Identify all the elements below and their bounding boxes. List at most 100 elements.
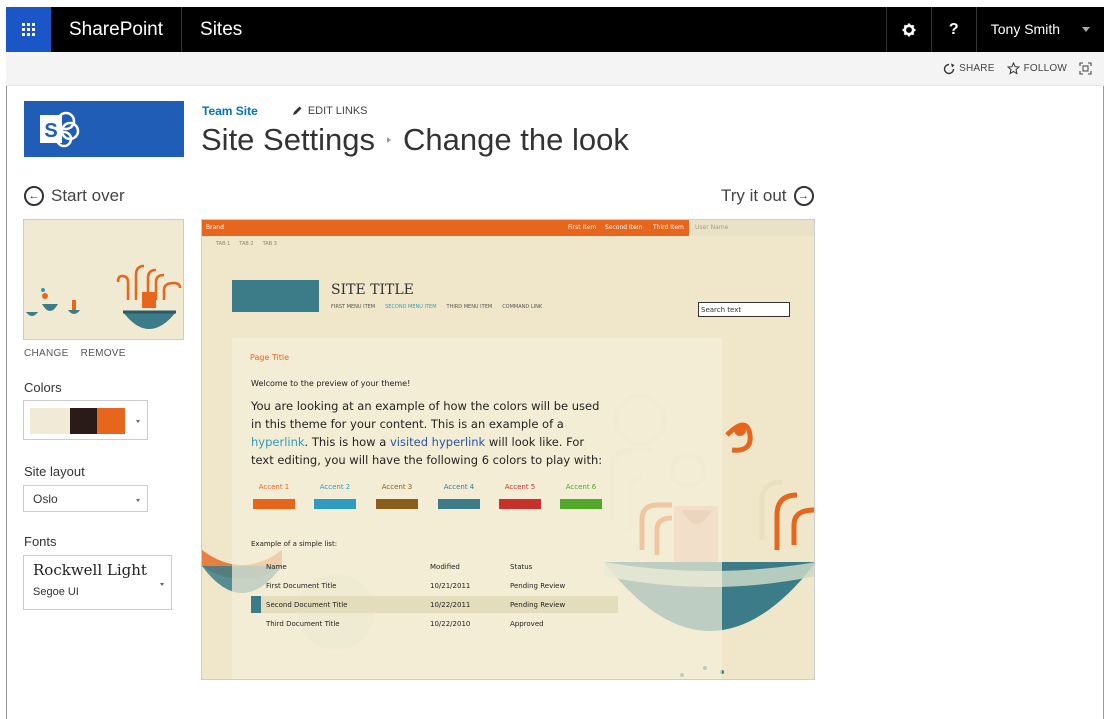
user-name: Tony Smith	[990, 21, 1060, 37]
breadcrumb: Team Site EDIT LINKS	[202, 104, 368, 118]
preview-nav-item: Second Item	[605, 224, 643, 231]
user-menu[interactable]: Tony Smith	[975, 7, 1104, 52]
star-icon	[1006, 62, 1020, 75]
follow-label: FOLLOW	[1023, 63, 1067, 74]
preview-hyperlink: hyperlink	[251, 435, 305, 449]
accent-swatch	[438, 499, 480, 509]
chevron-down-icon	[1082, 27, 1090, 32]
preview-tab: TAB 1	[216, 241, 231, 247]
sharepoint-brand-link[interactable]: SharePoint	[51, 7, 181, 52]
team-site-link[interactable]: Team Site	[202, 104, 258, 118]
preview-list-cell: Pending Review	[510, 582, 566, 590]
sites-link[interactable]: Sites	[182, 7, 260, 52]
preview-list-cell: Third Document Title	[266, 620, 340, 628]
try-it-out-button[interactable]: Try it out →	[721, 186, 814, 206]
site-logo[interactable]: S	[24, 101, 184, 157]
preview-content-area	[232, 338, 722, 679]
theme-preview: Brand First Item Second Item Third Item …	[201, 219, 815, 680]
colors-label: Colors	[24, 380, 62, 395]
colors-dropdown[interactable]	[23, 400, 148, 440]
preview-list-header: Modified	[430, 563, 460, 571]
preview-nav-item: First Item	[568, 224, 597, 231]
preview-brand: Brand	[206, 224, 224, 231]
accent-swatch	[560, 499, 602, 509]
svg-text:S: S	[44, 120, 57, 142]
fonts-dropdown[interactable]: Rockwell Light Segoe UI	[23, 555, 172, 610]
page-border-left	[6, 86, 7, 719]
waffle-icon	[22, 23, 35, 36]
site-layout-dropdown[interactable]: Oslo	[23, 485, 148, 512]
preview-tab: TAB 3	[262, 241, 277, 247]
focus-icon	[1079, 62, 1092, 75]
fonts-label: Fonts	[24, 534, 57, 549]
accent-swatch	[376, 499, 418, 509]
preview-row-marker	[251, 596, 261, 613]
preview-search-box: Search text	[698, 302, 790, 317]
preview-welcome-text: Welcome to the preview of your theme!	[251, 379, 411, 388]
preview-site-title: SITE TITLE	[331, 282, 414, 298]
color-swatch-1	[30, 408, 70, 434]
arrow-left-circle-icon: ←	[24, 186, 44, 206]
preview-list-cell: Approved	[510, 620, 544, 628]
preview-list-header: Status	[510, 563, 533, 571]
page-action-bar: SHARE FOLLOW	[6, 52, 1104, 86]
page-title-part1: Site Settings	[201, 122, 376, 157]
follow-button[interactable]: FOLLOW	[1006, 62, 1067, 75]
preview-list-cell: First Document Title	[266, 582, 337, 590]
accent-label: Accent 3	[381, 483, 413, 491]
chevron-down-icon	[136, 420, 140, 423]
focus-content-button[interactable]	[1079, 62, 1092, 75]
preview-visited-hyperlink: visited hyperlink	[389, 435, 486, 449]
site-layout-value: Oslo	[33, 492, 58, 506]
accent-swatch	[499, 499, 541, 509]
chevron-down-icon	[160, 582, 164, 586]
preview-list-title: Example of a simple list:	[251, 540, 338, 548]
remove-image-link[interactable]: REMOVE	[81, 348, 126, 359]
share-button[interactable]: SHARE	[943, 63, 994, 75]
page-title-part2: Change the look	[403, 122, 629, 157]
settings-button[interactable]	[885, 7, 931, 52]
app-launcher-button[interactable]	[6, 7, 51, 52]
preview-menu: FIRST MENU ITEM SECOND MENU ITEM THIRD M…	[331, 304, 542, 310]
color-swatch-2	[70, 408, 97, 434]
try-it-out-label: Try it out	[721, 186, 787, 205]
start-over-button[interactable]: ← Start over	[24, 186, 125, 206]
preview-menu-item: FIRST MENU ITEM	[331, 304, 376, 310]
preview-paragraph: You are looking at an example of how the…	[251, 399, 603, 467]
accent-swatch	[314, 499, 356, 509]
page-title: Site Settings Change the look	[201, 122, 629, 158]
gear-icon	[902, 23, 916, 36]
suite-bar: SharePoint Sites ? Tony Smith	[6, 7, 1104, 52]
preview-user-name: User Name	[695, 224, 729, 231]
pencil-icon	[292, 106, 302, 115]
accent-swatch	[253, 499, 295, 509]
preview-tab: TAB 2	[239, 241, 254, 247]
preview-site-logo	[232, 280, 319, 312]
edit-links-button[interactable]: EDIT LINKS	[292, 105, 368, 117]
sharepoint-logo-icon: S	[40, 111, 80, 148]
accent-label: Accent 5	[504, 483, 536, 491]
chevron-down-icon	[136, 498, 140, 502]
background-image-thumbnail[interactable]	[23, 219, 184, 340]
preview-list-cell: 10/22/2011	[430, 601, 471, 609]
share-icon	[943, 63, 955, 74]
preview-tabs: TAB 1 TAB 2 TAB 3	[216, 241, 277, 247]
accent-label: Accent 4	[443, 483, 475, 491]
change-image-link[interactable]: CHANGE	[24, 348, 69, 359]
page-border-right	[1103, 86, 1104, 719]
preview-list-cell: 10/22/2010	[430, 620, 471, 628]
preview-menu-item-selected: SECOND MENU ITEM	[385, 304, 437, 310]
accent-label: Accent 6	[565, 483, 597, 491]
preview-list-cell: Pending Review	[510, 601, 566, 609]
preview-page-title: Page Title	[250, 353, 290, 362]
start-over-label: Start over	[51, 186, 125, 205]
help-button[interactable]: ?	[930, 7, 976, 52]
preview-list-cell: 10/21/2011	[430, 582, 471, 590]
accent-label: Accent 2	[319, 483, 351, 491]
preview-nav-item: Third Item	[653, 224, 684, 231]
accent-label: Accent 1	[258, 483, 290, 491]
octopus-illustration	[26, 264, 182, 329]
arrow-right-circle-icon: →	[793, 186, 814, 206]
font-heading-value: Rockwell Light	[33, 561, 147, 579]
font-body-value: Segoe UI	[33, 586, 79, 598]
